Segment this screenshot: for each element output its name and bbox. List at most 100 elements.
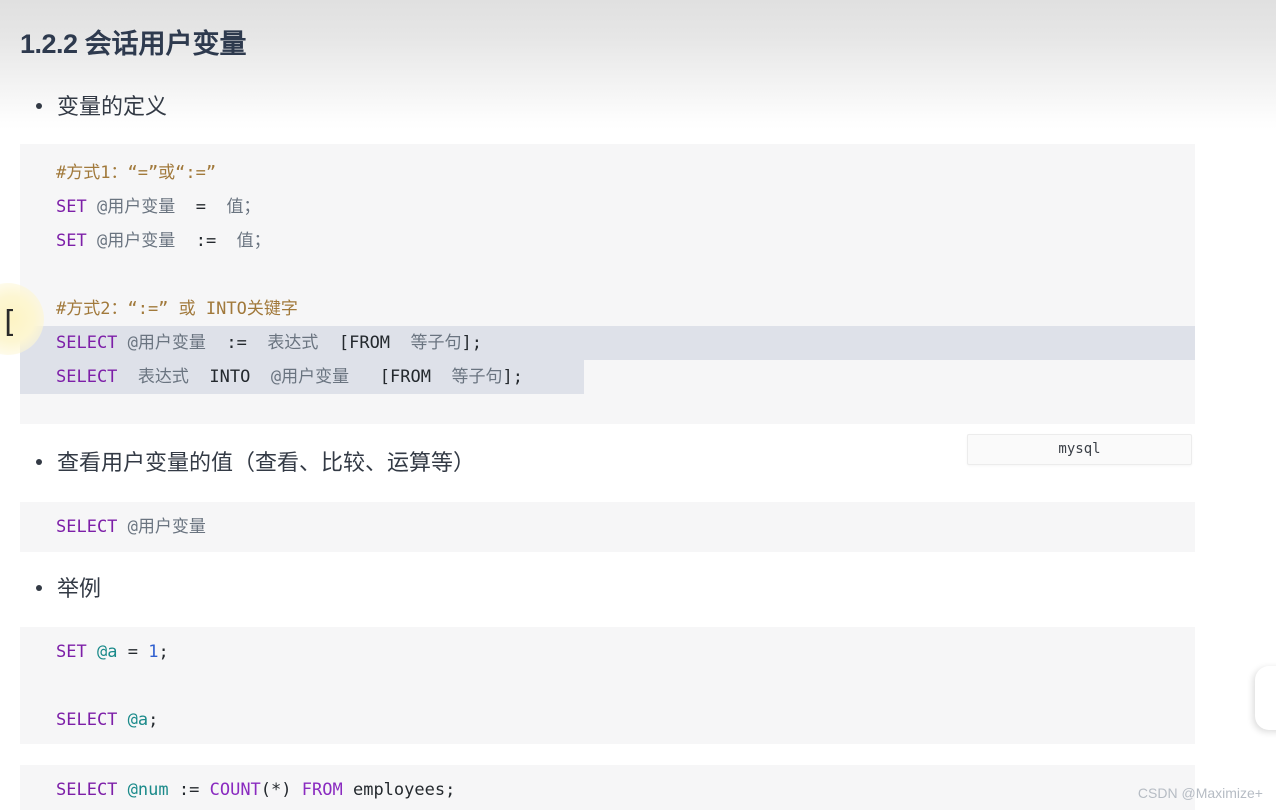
left-caret-marker: [ bbox=[0, 305, 19, 340]
code-token-kw: SET bbox=[56, 642, 87, 662]
code-token-op: := bbox=[178, 780, 200, 800]
code-token-zh: 表达式 bbox=[267, 333, 319, 353]
mysql-language-badge[interactable]: mysql bbox=[967, 434, 1192, 465]
code-token-comment: #方式1：“=”或“:=” bbox=[56, 163, 217, 183]
code-line: SELECT @用户变量 := 表达式 [FROM 等子句]; bbox=[20, 326, 1195, 360]
code-line: SET @a = 1; bbox=[56, 635, 1195, 669]
code-token-zh: @用户变量 bbox=[127, 333, 206, 353]
code-token-zh: 表达式 bbox=[137, 367, 189, 387]
code-token-zh: 等子句 bbox=[410, 333, 462, 353]
code-token-comment: #方式2：“:=” 或 INTO关键字 bbox=[56, 299, 298, 319]
code-token-plain: ; bbox=[158, 642, 169, 662]
code-token-plain: ; bbox=[445, 780, 456, 800]
code-token-zh: @用户变量 bbox=[96, 197, 176, 217]
code-block-variable-definition[interactable]: #方式1：“=”或“:=” SET @用户变量 = 值； SET @用户变量 := … bbox=[20, 144, 1195, 424]
code-line bbox=[56, 669, 1195, 703]
code-token-plain: ; bbox=[148, 710, 159, 730]
code-line-selection: SELECT 表达式 INTO @用户变量 [FROM 等子句]; bbox=[20, 360, 584, 394]
code-token-plain: (*) bbox=[260, 780, 292, 800]
right-floating-panel-edge[interactable] bbox=[1255, 666, 1276, 730]
bullet-item-example: 举例 bbox=[36, 574, 101, 604]
code-block-example-select-num[interactable]: SELECT @num := COUNT(*) FROM employees; bbox=[20, 765, 1195, 810]
code-token-kw2: COUNT bbox=[209, 780, 261, 800]
code-token-kw2: FROM bbox=[301, 780, 343, 800]
code-block-example-set-a[interactable]: SET @a = 1; SELECT @a; bbox=[20, 627, 1195, 744]
code-line: SET @用户变量 := 值； bbox=[56, 224, 1195, 258]
code-token-var: @num bbox=[127, 780, 169, 800]
code-line: SET @用户变量 = 值； bbox=[56, 190, 1195, 224]
code-line: #方式1：“=”或“:=” bbox=[56, 156, 1195, 190]
code-token-zh: 值； bbox=[226, 197, 261, 217]
code-lines-container: SET @a = 1; SELECT @a; bbox=[20, 627, 1195, 744]
slide-content: 1.2.2 会话用户变量 变量的定义 查看用户变量的值（查看、比较、运算等） 举例… bbox=[0, 0, 1276, 810]
bullet-label: 变量的定义 bbox=[57, 94, 168, 119]
code-token-op: := bbox=[226, 333, 247, 353]
code-token-num: 1 bbox=[148, 642, 159, 662]
page-title: 1.2.2 会话用户变量 bbox=[20, 27, 247, 61]
code-token-kw: SET bbox=[56, 197, 87, 217]
code-token-kw: SET bbox=[56, 231, 87, 251]
bullet-label: 查看用户变量的值（查看、比较、运算等） bbox=[57, 450, 476, 475]
code-token-var: @a bbox=[127, 710, 149, 730]
mysql-badge-label: mysql bbox=[1058, 441, 1101, 457]
code-token-plain: ]; bbox=[461, 333, 483, 353]
code-token-kw: SELECT bbox=[56, 367, 118, 387]
code-block-select-variable[interactable]: SELECT @用户变量 bbox=[20, 502, 1195, 552]
code-line bbox=[56, 258, 1195, 292]
code-token-kw: SELECT bbox=[56, 333, 118, 353]
code-token-op: = bbox=[127, 642, 138, 662]
bullet-item-view-variable-value: 查看用户变量的值（查看、比较、运算等） bbox=[36, 448, 475, 478]
csdn-watermark: CSDN @Maximize+ bbox=[1137, 785, 1263, 801]
code-token-kw: SELECT bbox=[56, 517, 118, 537]
page-title-text: 会话用户变量 bbox=[84, 29, 247, 59]
code-token-zh: 等子句 bbox=[451, 367, 503, 387]
code-token-plain: [FROM bbox=[379, 367, 431, 387]
bullet-dot-icon bbox=[36, 103, 42, 109]
code-token-plain: INTO bbox=[209, 367, 251, 387]
code-token-zh: @用户变量 bbox=[96, 231, 176, 251]
code-token-kw: SELECT bbox=[56, 780, 118, 800]
code-token-op: = bbox=[195, 197, 206, 217]
bullet-label: 举例 bbox=[57, 576, 102, 601]
code-token-var: @a bbox=[96, 642, 118, 662]
bullet-dot-icon bbox=[36, 459, 42, 465]
code-line-selection: SELECT @用户变量 := 表达式 [FROM 等子句]; bbox=[20, 326, 1195, 360]
code-lines-container: SELECT @用户变量 bbox=[20, 502, 1195, 552]
page-title-number: 1.2.2 bbox=[20, 29, 78, 59]
code-token-plain: [FROM bbox=[338, 333, 391, 353]
code-line: #方式2：“:=” 或 INTO关键字 bbox=[56, 292, 1195, 326]
code-token-zh: @用户变量 bbox=[270, 367, 350, 387]
bullet-item-variable-definition: 变量的定义 bbox=[36, 92, 167, 122]
code-token-zh: 值； bbox=[236, 231, 271, 251]
code-line: SELECT @用户变量 bbox=[56, 510, 1195, 544]
code-lines-container: #方式1：“=”或“:=” SET @用户变量 = 值； SET @用户变量 := … bbox=[20, 144, 1195, 406]
